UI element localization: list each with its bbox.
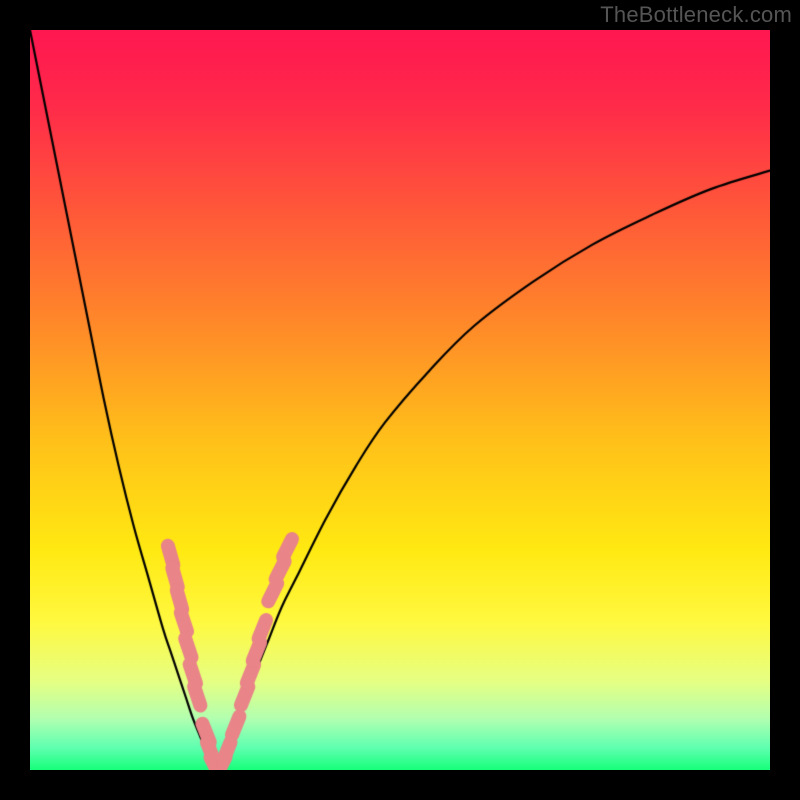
- watermark-text: TheBottleneck.com: [600, 2, 792, 28]
- plot-area: [30, 30, 770, 770]
- chart-canvas: [30, 30, 770, 770]
- chart-frame: TheBottleneck.com: [0, 0, 800, 800]
